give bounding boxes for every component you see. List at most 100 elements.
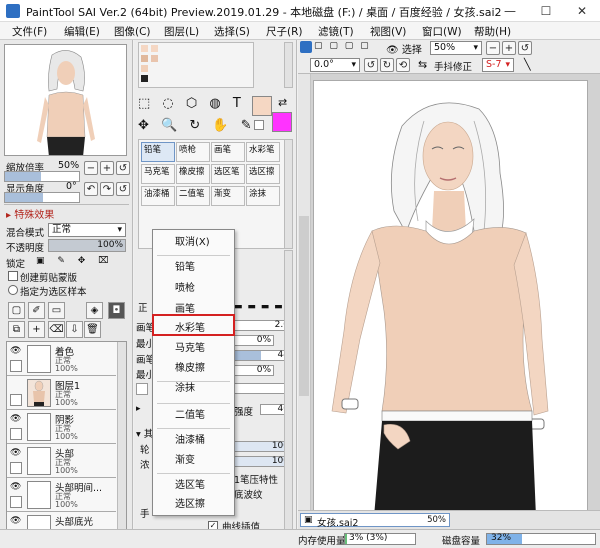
menu-bucket[interactable]: 油漆桶	[153, 430, 234, 451]
rotate-reset-button[interactable]: ↺	[116, 182, 130, 196]
tool-grid-scrollbar[interactable]	[284, 139, 293, 249]
visibility-eye-icon[interactable]: 👁	[10, 346, 22, 356]
layer-item[interactable]: 👁 阴影 正常 100%	[7, 410, 116, 444]
layer-item[interactable]: 图层1 正常 100%	[7, 376, 116, 410]
rotate-cw-button[interactable]: ↻	[380, 58, 394, 72]
copy-layer-icon[interactable]: ⧉	[8, 321, 25, 338]
new-folder-icon[interactable]: ▭	[48, 302, 65, 319]
visibility-eye-icon[interactable]	[10, 380, 22, 390]
visibility-eye-icon[interactable]: 👁	[10, 414, 22, 424]
min-density-slider[interactable]: 0%	[234, 365, 274, 376]
menu-select-pen[interactable]: 选区笔	[153, 475, 234, 496]
menu-select[interactable]: 选择(S)	[214, 22, 266, 39]
layer-effects-icon[interactable]: ◈	[86, 302, 103, 319]
canvas-paper[interactable]	[313, 80, 588, 516]
tool-watercolor[interactable]: 水彩笔	[246, 142, 280, 162]
tool-blur[interactable]: 涂抹	[246, 186, 280, 206]
tool-brush[interactable]: 画笔	[211, 142, 245, 162]
menu-binary-pen[interactable]: 二值笔	[153, 405, 234, 426]
menu-pencil[interactable]: 铅笔	[153, 257, 234, 278]
menu-blur[interactable]: 涂抹	[153, 378, 234, 399]
tool-gradient[interactable]: 渐变	[211, 186, 245, 206]
transform-tools[interactable]: ✥ 🔍 ↻ ✋ ✎	[138, 118, 256, 133]
file-tab[interactable]: ▣ 女孩.sai2 50%	[300, 513, 450, 529]
layer-select-checkbox[interactable]	[10, 394, 22, 406]
zoom-in-button[interactable]: +	[100, 161, 114, 175]
menu-gradient[interactable]: 渐变	[153, 450, 234, 471]
tool-bucket[interactable]: 油漆桶	[141, 186, 175, 206]
layer-mask-icon[interactable]: ◘	[108, 302, 125, 319]
menu-view[interactable]: 视图(V)	[370, 22, 422, 39]
close-button[interactable]: ✕	[564, 0, 600, 22]
secondary-color-well[interactable]	[272, 112, 292, 132]
new-layer-icon[interactable]: ▢	[8, 302, 25, 319]
canvas-zoom-in-button[interactable]: +	[502, 41, 516, 55]
selection-tools[interactable]: ⬚ ◌ ⬡ ◍ T	[138, 96, 245, 111]
menu-cancel[interactable]: 取消(X)	[153, 232, 234, 253]
menu-edit[interactable]: 编辑(E)	[64, 22, 114, 39]
layer-select-checkbox[interactable]	[10, 462, 22, 474]
visibility-eye-icon[interactable]: 👁	[10, 516, 22, 526]
menu-help[interactable]: 帮助(H)	[474, 22, 526, 39]
tool-pencil[interactable]: 铅笔	[141, 142, 175, 162]
clear-layer-icon[interactable]: ⌫	[48, 321, 65, 338]
canvas-zoom-out-button[interactable]: −	[486, 41, 500, 55]
minimize-button[interactable]: —	[492, 0, 528, 22]
swatch-scrollbar[interactable]	[284, 42, 293, 88]
tool-settings-scrollbar[interactable]	[284, 250, 293, 540]
swatch[interactable]	[151, 55, 158, 62]
layer-select-checkbox[interactable]	[10, 360, 22, 372]
effects-header[interactable]: ▸ 特殊效果	[6, 206, 54, 221]
menu-window[interactable]: 窗口(W)	[422, 22, 474, 39]
swatch[interactable]	[141, 55, 148, 62]
navigator-preview[interactable]	[4, 44, 127, 156]
lock-icons[interactable]: ▣ ✎ ✥ ⌧	[36, 256, 114, 266]
menu-select-eraser[interactable]: 选区擦	[153, 494, 234, 515]
menu-airbrush[interactable]: 喷枪	[153, 278, 234, 299]
menu-filter[interactable]: 滤镜(T)	[318, 22, 370, 39]
layer-item[interactable]: 👁 头部明间... 正常 100%	[7, 478, 116, 512]
merge-down-icon[interactable]: ⇩	[66, 321, 83, 338]
clip-mask-checkbox[interactable]	[8, 271, 18, 281]
menu-eraser[interactable]: 橡皮擦	[153, 358, 234, 379]
min-size-slider[interactable]: 0%	[234, 335, 274, 346]
menu-image[interactable]: 图像(C)	[114, 22, 164, 39]
layer-list-scrollbar[interactable]	[117, 342, 126, 545]
layer-item[interactable]: 👁 着色 正常 100%	[7, 342, 116, 376]
strength-expand-icon[interactable]: ▸	[136, 404, 141, 414]
tool-select-pen[interactable]: 选区笔	[211, 164, 245, 184]
primary-color-well[interactable]	[252, 96, 272, 116]
select-toggle[interactable]: 👁 选择	[386, 41, 422, 56]
delete-layer-icon[interactable]: 🗑	[84, 321, 101, 338]
swatch[interactable]	[141, 65, 148, 72]
zoom-out-button[interactable]: −	[84, 161, 98, 175]
other-settings-header[interactable]: ▾ 其	[136, 426, 153, 440]
opacity-slider[interactable]: 100%	[48, 239, 126, 252]
maximize-button[interactable]: ☐	[528, 0, 564, 22]
stabilizer-select[interactable]: S-7	[482, 58, 514, 72]
tool-select-eraser[interactable]: 选区擦	[246, 164, 280, 184]
layer-select-checkbox[interactable]	[10, 496, 22, 508]
canvas-zoom-select[interactable]: 50%	[430, 41, 482, 55]
menu-layer[interactable]: 图层(L)	[164, 22, 214, 39]
line-tool-icon[interactable]: ╲	[524, 58, 531, 71]
canvas-nav-icon[interactable]	[300, 41, 312, 53]
flip-icon[interactable]: ⇆	[418, 58, 427, 71]
nav-buttons[interactable]: ▢ ▢ ▢ ▢	[314, 41, 372, 55]
swatch-area[interactable]	[138, 42, 254, 88]
transparent-color-icon[interactable]	[254, 120, 264, 130]
canvas-angle-select[interactable]: 0.0°	[310, 58, 360, 72]
scroll-thumb[interactable]	[299, 216, 309, 396]
swatch[interactable]	[151, 45, 158, 52]
angle-slider[interactable]	[4, 192, 80, 203]
canvas-vertical-scrollbar[interactable]	[298, 74, 311, 510]
blend-toggle[interactable]	[136, 383, 148, 395]
tool-airbrush[interactable]: 喷枪	[176, 142, 210, 162]
rotate-right-button[interactable]: ↷	[100, 182, 114, 196]
blend-mode-select[interactable]: 正常	[48, 223, 126, 237]
zoom-reset-button[interactable]: ↺	[116, 161, 130, 175]
layer-select-checkbox[interactable]	[10, 428, 22, 440]
tool-marker[interactable]: 马克笔	[141, 164, 175, 184]
tool-binary-pen[interactable]: 二值笔	[176, 186, 210, 206]
rotate-reset-icon[interactable]: ⟲	[396, 58, 410, 72]
